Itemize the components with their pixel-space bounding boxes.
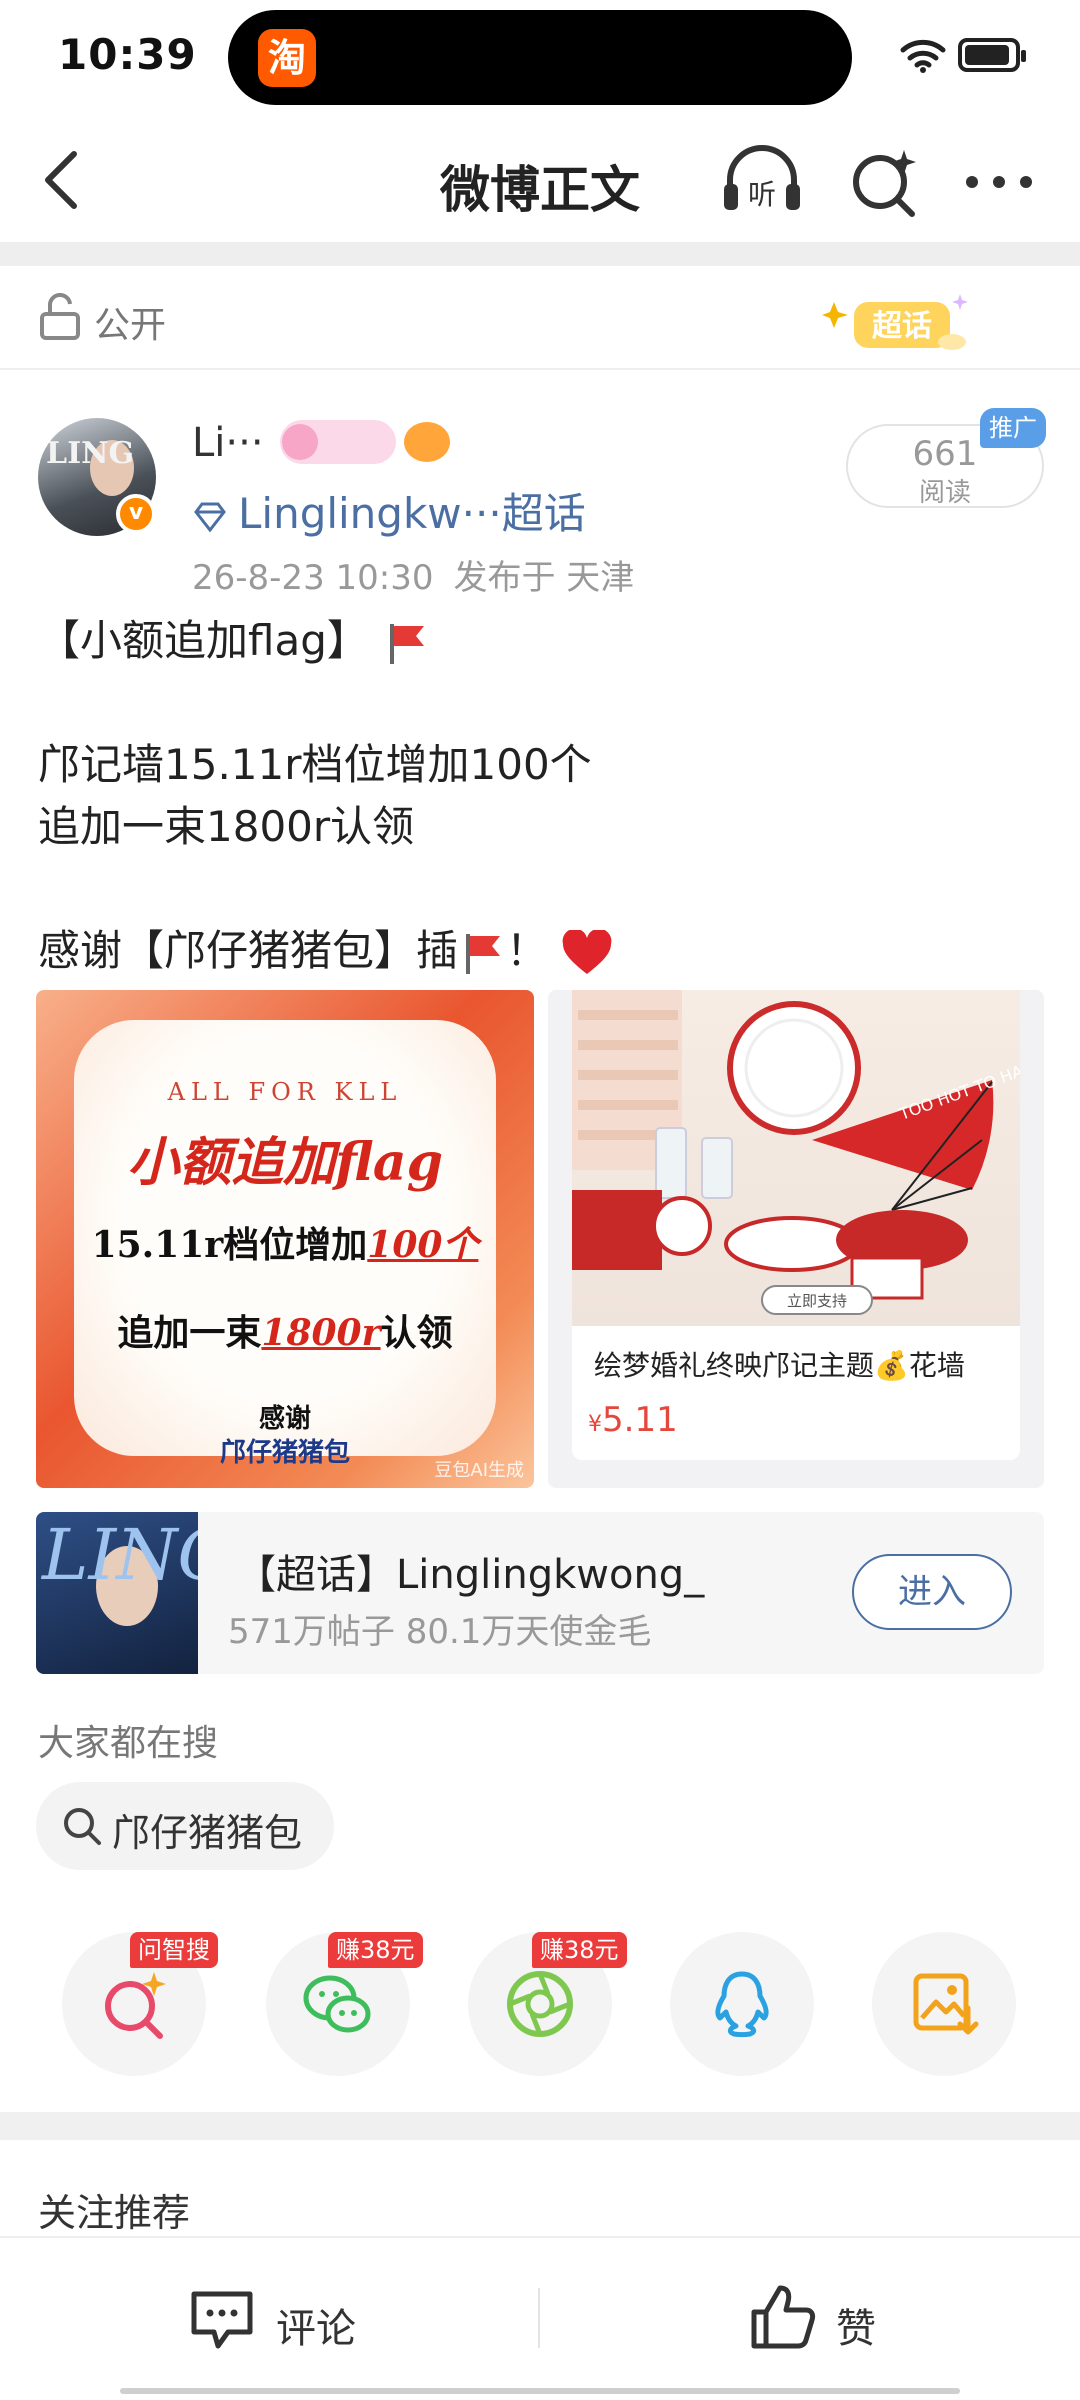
recommend-heading: 关注推荐 bbox=[38, 2191, 191, 2235]
svg-text:立即支持: 立即支持 bbox=[787, 1292, 847, 1310]
post-image-flag[interactable]: ALL FOR KLL 小额追加flag 15.11r档位增加100个 追加一束… bbox=[36, 990, 534, 1488]
avatar-text: LING bbox=[46, 436, 135, 471]
dynamic-island: 淘 bbox=[228, 10, 852, 105]
like-button-label[interactable]: 赞 bbox=[836, 2296, 876, 2354]
divider bbox=[0, 242, 1080, 266]
image-headline: 小额追加flag bbox=[127, 1132, 443, 1193]
listen-headphones-icon[interactable]: 听 bbox=[720, 144, 804, 216]
comment-icon[interactable] bbox=[188, 2288, 256, 2352]
image-thanks: 感谢 bbox=[258, 1404, 311, 1434]
visibility-row: 公开 超话 bbox=[0, 266, 1080, 370]
wifi-icon bbox=[900, 39, 946, 73]
super-topic-link-label: Linglingkw···超话 bbox=[238, 489, 586, 538]
save-image-button[interactable] bbox=[872, 1932, 1016, 2076]
image-top-text: ALL FOR KLL bbox=[167, 1078, 403, 1106]
diamond-icon bbox=[194, 502, 226, 532]
cover-text: LING bbox=[42, 1514, 198, 1596]
super-topic-card[interactable]: LING 【超话】Linglingkwong_ 571万帖子 80.1万天使金毛… bbox=[36, 1512, 1044, 1674]
qq-icon bbox=[715, 1971, 769, 2038]
fish-emoji-icon bbox=[404, 422, 450, 462]
super-topic-stats: 571万帖子 80.1万天使金毛 bbox=[228, 1612, 652, 1652]
post-body: 【小额追加flag】 邝记墙15.11r档位增加100个 追加一束1800r认领… bbox=[38, 610, 1048, 982]
trending-search-heading: 大家都在搜 bbox=[38, 1723, 219, 1764]
more-icon[interactable] bbox=[964, 174, 1034, 190]
image-line1: 15.11r档位增加100个 bbox=[91, 1224, 479, 1266]
post-location: 发布于 天津 bbox=[453, 558, 635, 598]
battery-icon bbox=[958, 38, 1026, 72]
super-topic-link[interactable]: Linglingkw···超话 bbox=[192, 480, 586, 541]
unlock-icon bbox=[40, 293, 80, 340]
super-topic-name: 【超话】Linglingkwong_ bbox=[236, 1552, 705, 1598]
red-heart-icon bbox=[563, 929, 612, 974]
status-time: 10:39 bbox=[58, 30, 197, 79]
visibility-label: 公开 bbox=[94, 305, 167, 346]
search-chip[interactable]: 邝仔猪猪包 bbox=[36, 1782, 334, 1870]
enter-button[interactable]: 进入 bbox=[852, 1554, 1012, 1630]
author-name[interactable]: Li··· bbox=[192, 420, 264, 466]
page-title: 微博正文 bbox=[440, 161, 640, 219]
divider bbox=[0, 2112, 1080, 2140]
share-tag: 赚38元 bbox=[328, 1932, 423, 1968]
status-bar: 10:39 淘 bbox=[0, 0, 1080, 118]
red-flag-icon bbox=[466, 933, 501, 974]
post-line: 感谢【邝仔猪猪包】插 bbox=[38, 926, 459, 975]
super-topic-cover: LING bbox=[36, 1512, 198, 1674]
image-line2: 追加一束1800r认领 bbox=[117, 1312, 453, 1354]
ai-search-icon[interactable] bbox=[848, 146, 920, 218]
promote-tag[interactable]: 推广 bbox=[980, 408, 1046, 448]
product-title: 绘梦婚礼终映邝记主题💰花墙 bbox=[594, 1349, 965, 1382]
svg-text:听: 听 bbox=[748, 178, 776, 211]
comment-button-label[interactable]: 评论 bbox=[276, 2296, 356, 2354]
divider bbox=[538, 2288, 540, 2348]
post-line: 邝记墙15.11r档位增加100个 bbox=[38, 740, 592, 789]
thumbs-up-icon[interactable] bbox=[748, 2282, 816, 2352]
post-line: 追加一束1800r认领 bbox=[38, 802, 415, 851]
back-icon[interactable] bbox=[36, 148, 88, 212]
search-icon bbox=[64, 1808, 101, 1845]
nav-bar: 微博正文 听 bbox=[0, 120, 1080, 242]
post-meta: 26-8-23 10:30 发布于 天津 bbox=[192, 550, 634, 599]
taobao-app-icon[interactable]: 淘 bbox=[258, 29, 316, 87]
home-indicator bbox=[120, 2388, 960, 2394]
image-donor: 邝仔猪猪包 bbox=[219, 1438, 350, 1468]
share-tag: 问智搜 bbox=[130, 1932, 218, 1968]
share-tag: 赚38元 bbox=[532, 1932, 627, 1968]
verified-icon: v bbox=[116, 494, 156, 534]
super-topic-badge[interactable]: 超话 bbox=[820, 288, 970, 358]
product-price: ¥5.11 bbox=[588, 1400, 678, 1440]
read-label: 阅读 bbox=[918, 478, 971, 508]
super-topic-badge-label: 超话 bbox=[872, 309, 932, 344]
ai-search-icon bbox=[105, 1972, 166, 2039]
ai-watermark: 豆包AI生成 bbox=[434, 1460, 524, 1481]
product-card[interactable]: TOO HOT TO HANDLE 立即支持 绘梦婚礼终映邝记主题💰花墙 ¥5.… bbox=[548, 990, 1044, 1488]
save-image-icon bbox=[913, 1973, 979, 2035]
moments-icon bbox=[507, 1971, 573, 2037]
search-chip-label: 邝仔猪猪包 bbox=[112, 1811, 303, 1855]
share-qq-button[interactable] bbox=[670, 1932, 814, 2076]
fan-badge-icon bbox=[280, 420, 396, 464]
product-photo: TOO HOT TO HANDLE 立即支持 bbox=[572, 990, 1020, 1326]
bottom-action-bar: 评论 赞 bbox=[0, 2236, 1080, 2400]
post-line: 【小额追加flag】 bbox=[38, 616, 369, 665]
post-line-end: ！ bbox=[506, 926, 549, 975]
post-time: 26-8-23 10:30 bbox=[192, 558, 434, 598]
wechat-icon bbox=[303, 1975, 371, 2033]
red-flag-icon bbox=[390, 623, 425, 664]
